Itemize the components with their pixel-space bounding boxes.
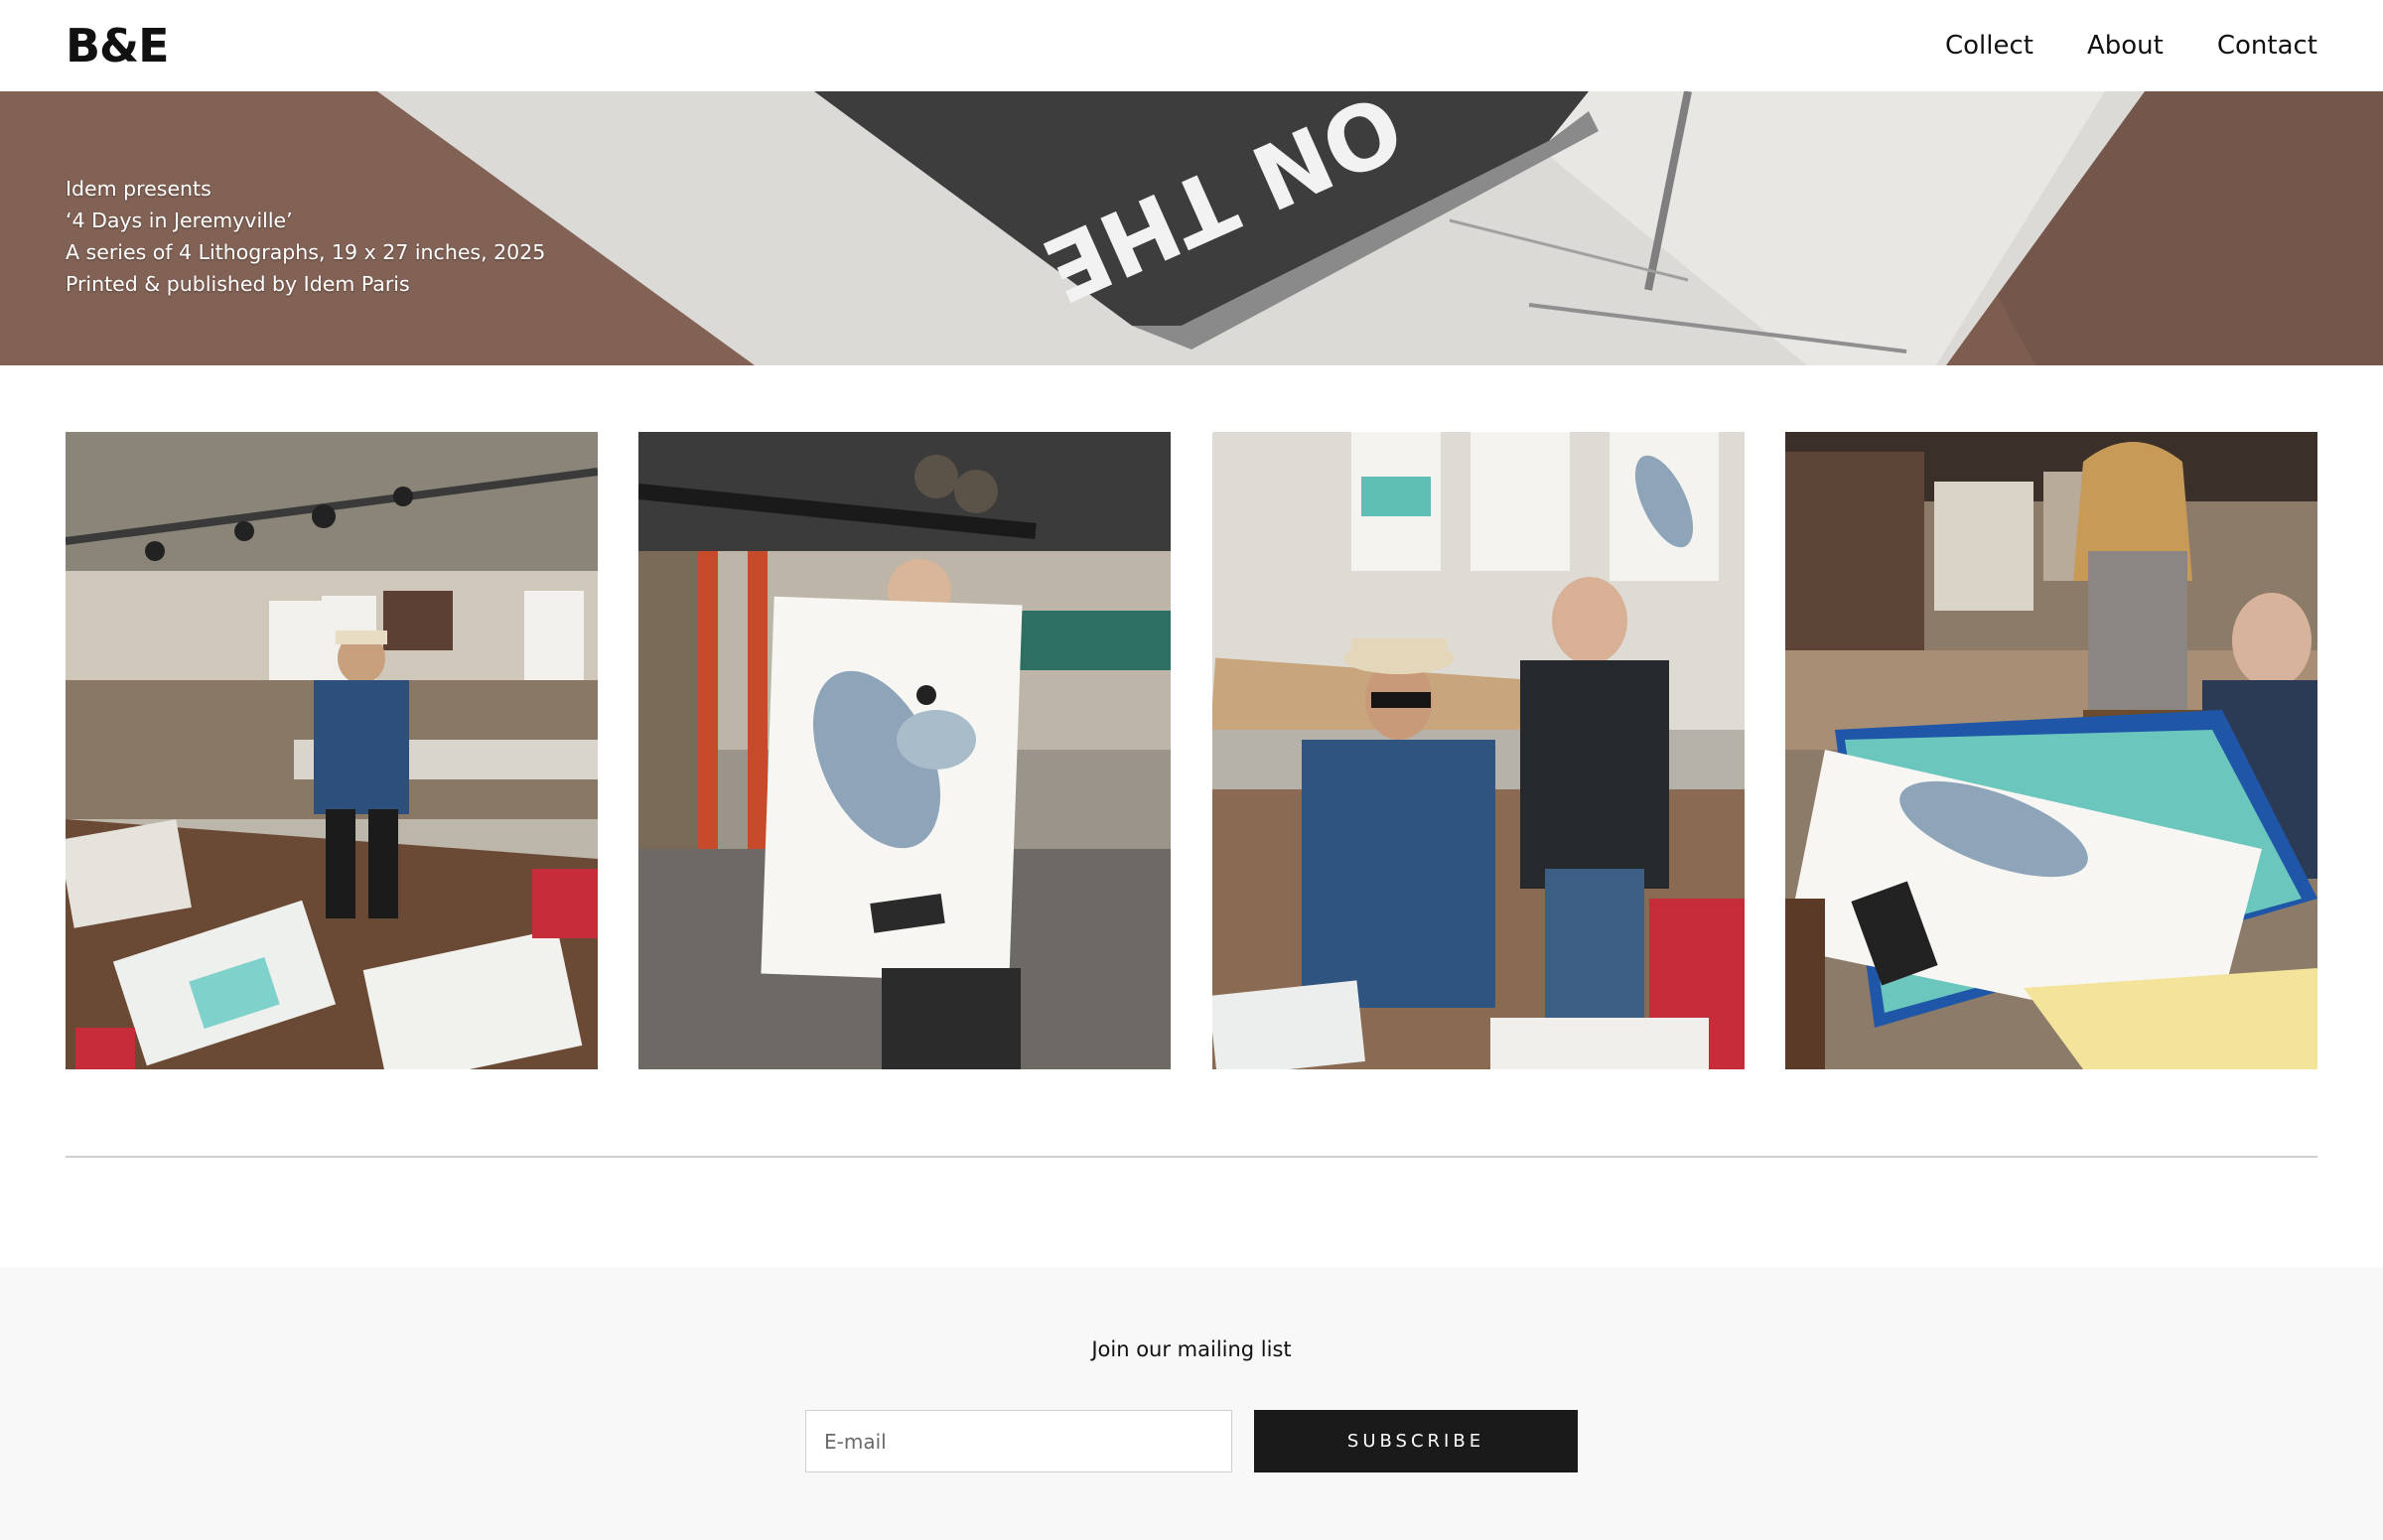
newsletter-section: Join our mailing list SUBSCRIBE xyxy=(0,1267,2383,1540)
email-field[interactable] xyxy=(805,1410,1232,1472)
hero-line-publisher: Printed & published by Idem Paris xyxy=(66,272,410,296)
site-logo[interactable]: B&E xyxy=(66,19,170,72)
photo-gallery xyxy=(66,432,2317,1069)
gallery-photo-artist-in-studio[interactable] xyxy=(66,432,598,1069)
hero-line-series: A series of 4 Lithographs, 19 x 27 inche… xyxy=(66,240,546,264)
main-nav: Collect About Contact xyxy=(1945,31,2317,61)
hero-caption: Idem presents ‘4 Days in Jeremyville’ A … xyxy=(66,173,545,300)
gallery-photo-printer-holding-lithograph[interactable] xyxy=(638,432,1172,1069)
hero-banner: ON THE Idem presents ‘4 Days in Jeremyvi… xyxy=(0,91,2383,365)
site-header: B&E Collect About Contact xyxy=(0,0,2383,91)
newsletter-title: Join our mailing list xyxy=(1091,1337,1292,1361)
nav-about[interactable]: About xyxy=(2087,31,2164,61)
hero-line-presenter: Idem presents xyxy=(66,177,211,201)
gallery-photo-team-reviewing-print[interactable] xyxy=(1784,432,2317,1069)
subscribe-button[interactable]: SUBSCRIBE xyxy=(1254,1410,1578,1472)
section-divider xyxy=(66,1156,2317,1158)
nav-contact[interactable]: Contact xyxy=(2217,31,2317,61)
nav-collect[interactable]: Collect xyxy=(1945,31,2033,61)
gallery-photo-artist-and-printer-seated[interactable] xyxy=(1211,432,1745,1069)
hero-line-title: ‘4 Days in Jeremyville’ xyxy=(66,209,293,232)
